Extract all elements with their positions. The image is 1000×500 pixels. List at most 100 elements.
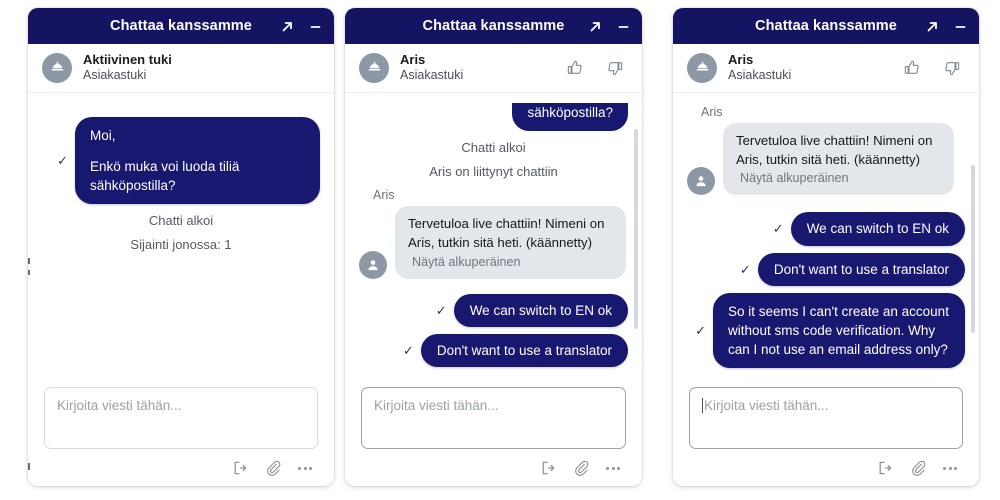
bubble-paragraph: Moi,	[90, 128, 116, 143]
message-row-incoming: Tervetuloa live chattiin! Nimeni on Aris…	[687, 123, 965, 196]
message-row-outgoing: ✓ We can switch to EN ok	[687, 212, 965, 246]
chat-bubble-outgoing: Moi, Enkö muka voi luoda tiliä sähköpost…	[75, 117, 320, 205]
bubble-paragraph: So it seems I can't create an account wi…	[728, 303, 949, 357]
bubble-paragraph: Enkö muka voi luoda tiliä sähköpostilla?	[90, 159, 240, 194]
message-composer: Kirjoita viesti tähän...	[28, 375, 334, 486]
service-bell-icon	[359, 53, 389, 83]
titlebar-actions	[588, 8, 630, 44]
chat-window-title: Chattaa kanssamme	[755, 18, 897, 34]
titlebar-actions	[280, 8, 322, 44]
delivered-check-icon: ✓	[695, 322, 706, 338]
page-artifact	[28, 270, 30, 275]
expand-arrow-icon[interactable]	[925, 19, 939, 33]
thumbs-down-icon[interactable]	[606, 59, 624, 77]
delivered-check-icon: ✓	[435, 302, 447, 318]
transcript-scrollbar[interactable]	[634, 129, 638, 329]
agent-name: Aris	[400, 52, 426, 68]
message-composer: Kirjoita viesti tähän...	[673, 375, 979, 486]
minimize-icon[interactable]	[953, 19, 967, 33]
agent-meta: Aktiivinen tuki Asiakastuki	[83, 52, 172, 84]
chat-titlebar: Chattaa kanssamme	[673, 8, 979, 44]
page-artifact	[28, 463, 30, 470]
message-row-outgoing: ✓ Don't want to use a translator	[687, 252, 965, 286]
message-row-outgoing-clipped: sähköpostilla?	[359, 103, 628, 132]
chat-window-title: Chattaa kanssamme	[110, 18, 252, 34]
paperclip-icon[interactable]	[910, 460, 926, 476]
bubble-text: Tervetuloa live chattiin! Nimeni on Aris…	[736, 133, 933, 167]
end-chat-icon[interactable]	[232, 460, 248, 476]
delivered-check-icon: ✓	[739, 261, 751, 277]
person-icon	[359, 250, 387, 279]
chat-transcript[interactable]: Aris Tervetuloa live chattiin! Nimeni on…	[673, 93, 979, 375]
message-row-incoming: Tervetuloa live chattiin! Nimeni on Aris…	[359, 206, 628, 279]
delivered-check-icon: ✓	[57, 153, 68, 169]
end-chat-icon[interactable]	[540, 460, 556, 476]
delivered-check-icon: ✓	[772, 221, 784, 237]
more-options-icon[interactable]	[943, 466, 957, 470]
thumbs-up-icon[interactable]	[566, 59, 584, 77]
chat-bubble-incoming: Tervetuloa live chattiin! Nimeni on Aris…	[395, 206, 626, 279]
chat-widget-question-sent: Chattaa kanssamme Aris Asiakastuki Aris …	[673, 8, 979, 486]
message-sender-label: Aris	[373, 188, 395, 203]
chat-bubble-outgoing-clipped: sähköpostilla?	[512, 103, 628, 132]
delivered-check-icon: ✓	[402, 342, 414, 358]
text-caret	[702, 398, 703, 413]
service-bell-icon	[42, 53, 72, 83]
paperclip-icon[interactable]	[573, 460, 589, 476]
more-options-icon[interactable]	[298, 466, 312, 470]
agent-info-bar: Aris Asiakastuki	[345, 44, 642, 93]
chat-widget-queued: Chattaa kanssamme Aktiivinen tuki Asiaka…	[28, 8, 334, 486]
agent-role: Asiakastuki	[83, 68, 147, 83]
minimize-icon[interactable]	[616, 19, 630, 33]
chat-window-title: Chattaa kanssamme	[422, 18, 565, 34]
thumbs-up-icon[interactable]	[903, 59, 921, 77]
chat-bubble-outgoing: Don't want to use a translator	[757, 252, 965, 286]
end-chat-icon[interactable]	[877, 460, 893, 476]
chat-bubble-outgoing: We can switch to EN ok	[790, 212, 965, 246]
message-sender-label: Aris	[701, 105, 723, 119]
titlebar-actions	[925, 8, 967, 44]
transcript-scrollbar[interactable]	[971, 165, 975, 333]
system-message: Chatti alkoi	[461, 140, 526, 156]
system-message: Sijainti jonossa: 1	[130, 237, 232, 253]
composer-actions	[361, 449, 626, 476]
message-input[interactable]: Kirjoita viesti tähän...	[44, 387, 318, 449]
chat-bubble-outgoing: Don't want to use a translator	[420, 333, 628, 367]
composer-actions	[689, 449, 963, 476]
message-row-outgoing: ✓ We can switch to EN ok	[359, 293, 628, 327]
chat-widget-agent-joined: Chattaa kanssamme Aris Asiakastuki sähkö…	[345, 8, 642, 486]
chat-transcript[interactable]: ✓ Moi, Enkö muka voi luoda tiliä sähköpo…	[28, 93, 334, 375]
chat-bubble-outgoing: We can switch to EN ok	[453, 293, 628, 327]
message-input-placeholder: Kirjoita viesti tähän...	[704, 398, 829, 413]
chat-transcript[interactable]: sähköpostilla? Chatti alkoi Aris on liit…	[345, 93, 642, 375]
agent-info-bar: Aktiivinen tuki Asiakastuki	[28, 44, 334, 93]
more-options-icon[interactable]	[606, 466, 620, 470]
agent-meta: Aris Asiakastuki	[400, 52, 463, 84]
message-input[interactable]: Kirjoita viesti tähän...	[361, 387, 626, 449]
system-message: Aris on liittynyt chattiin	[429, 164, 558, 180]
message-row-outgoing: ✓ Moi, Enkö muka voi luoda tiliä sähköpo…	[42, 117, 320, 205]
person-icon	[687, 167, 715, 196]
thumbs-down-icon[interactable]	[943, 59, 961, 77]
service-bell-icon	[687, 53, 717, 83]
message-input[interactable]: Kirjoita viesti tähän...	[689, 387, 963, 449]
message-row-outgoing: ✓ Don't want to use a translator	[359, 333, 628, 367]
expand-arrow-icon[interactable]	[280, 19, 294, 33]
minimize-icon[interactable]	[308, 19, 322, 33]
rating-actions	[566, 59, 628, 77]
show-original-link[interactable]: Näytä alkuperäinen	[736, 170, 941, 188]
page-artifact	[28, 258, 30, 264]
agent-role: Asiakastuki	[728, 68, 792, 83]
agent-name: Aktiivinen tuki	[83, 52, 172, 68]
message-row-outgoing: ✓ So it seems I can't create an account …	[687, 292, 965, 369]
chat-bubble-outgoing: So it seems I can't create an account wi…	[713, 292, 965, 369]
paperclip-icon[interactable]	[265, 460, 281, 476]
agent-info-bar: Aris Asiakastuki	[673, 44, 979, 93]
show-original-link[interactable]: Näytä alkuperäinen	[408, 254, 613, 272]
chat-titlebar: Chattaa kanssamme	[28, 8, 334, 44]
bubble-text: Tervetuloa live chattiin! Nimeni on Aris…	[408, 216, 605, 250]
expand-arrow-icon[interactable]	[588, 19, 602, 33]
screenshot-stage: Chattaa kanssamme Aktiivinen tuki Asiaka…	[0, 0, 1000, 500]
agent-role: Asiakastuki	[400, 68, 464, 83]
rating-actions	[903, 59, 965, 77]
